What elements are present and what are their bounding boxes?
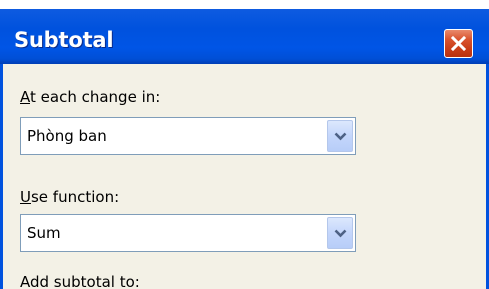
use-function-accel: U — [20, 188, 31, 206]
top-edge-strip — [0, 0, 489, 9]
add-subtotal-to-label: Add subtotal to: — [20, 273, 140, 289]
at-each-change-text: t each change in: — [30, 88, 161, 106]
at-each-change-value: Phòng ban — [27, 127, 107, 145]
use-function-dropdown-button[interactable] — [327, 217, 353, 249]
chevron-down-icon — [334, 229, 347, 238]
at-each-change-dropdown-button[interactable] — [327, 120, 353, 152]
use-function-value: Sum — [27, 224, 61, 242]
use-function-text: se function: — [30, 188, 120, 206]
title-bar[interactable]: Subtotal — [0, 0, 489, 64]
at-each-change-accel: A — [20, 88, 30, 106]
close-icon — [450, 35, 467, 52]
at-each-change-select[interactable]: Phòng ban — [20, 117, 356, 155]
dialog-body: At each change in: Phòng ban Use functio… — [0, 64, 489, 289]
dialog-title: Subtotal — [14, 28, 114, 52]
at-each-change-label: At each change in: — [20, 88, 160, 106]
subtotal-dialog: Subtotal At each change in: Phòng ban Us… — [0, 0, 489, 289]
chevron-down-icon — [334, 132, 347, 141]
use-function-select[interactable]: Sum — [20, 214, 356, 252]
close-button[interactable] — [444, 29, 473, 58]
use-function-label: Use function: — [20, 188, 119, 206]
